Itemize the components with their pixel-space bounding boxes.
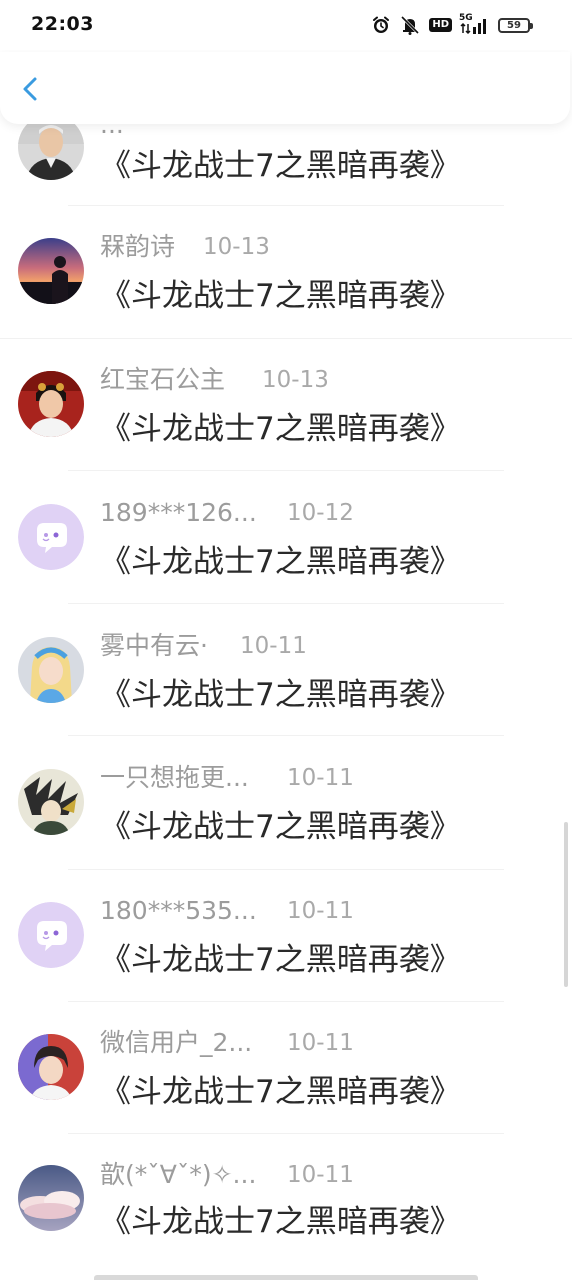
comment-date: 10-11 (287, 765, 354, 791)
user-name[interactable]: 微信用户_2... (100, 1028, 252, 1058)
comment-date: 10-11 (240, 633, 307, 659)
mute-icon (399, 15, 421, 35)
comment-text: 《斗龙战士7之黑暗再袭》 (100, 809, 461, 845)
comment-text: 《斗龙战士7之黑暗再袭》 (100, 278, 461, 314)
chevron-left-icon (23, 77, 37, 101)
comment-item[interactable]: 红宝石公主 10-13 《斗龙战士7之黑暗再袭》 (0, 339, 572, 471)
avatar[interactable] (18, 238, 84, 304)
scrollbar[interactable] (564, 822, 568, 987)
avatar[interactable] (18, 902, 84, 968)
comment-item[interactable]: 歆(*ˇ∀ˇ*)✧... 10-11 《斗龙战士7之黑暗再袭》 (0, 1134, 572, 1266)
comment-text: 《斗龙战士7之黑暗再袭》 (100, 677, 461, 713)
user-name[interactable]: 一只想拖更... (100, 763, 249, 793)
avatar[interactable] (18, 504, 84, 570)
comment-item[interactable]: 槑韵诗 10-13 《斗龙战士7之黑暗再袭》 (0, 206, 572, 339)
user-name[interactable]: 红宝石公主 (100, 365, 225, 395)
header-bar (0, 52, 570, 124)
comment-text: 《斗龙战士7之黑暗再袭》 (100, 544, 461, 580)
avatar[interactable] (18, 637, 84, 703)
comment-text: 《斗龙战士7之黑暗再袭》 (100, 411, 461, 447)
default-chat-avatar (18, 902, 84, 968)
battery-icon: 59 (498, 17, 533, 33)
user-name[interactable]: 槑韵诗 (100, 232, 175, 262)
alarm-icon (371, 15, 391, 35)
comment-item[interactable]: 一只想拖更... 10-11 《斗龙战士7之黑暗再袭》 (0, 737, 572, 870)
user-name[interactable]: 歆(*ˇ∀ˇ*)✧... (100, 1160, 256, 1190)
avatar[interactable] (18, 1165, 84, 1231)
divider (68, 470, 504, 471)
signal-icon: 5G (459, 13, 490, 35)
divider (68, 735, 504, 736)
comment-date: 10-11 (287, 1162, 354, 1188)
default-chat-avatar (18, 504, 84, 570)
comment-text: 《斗龙战士7之黑暗再袭》 (100, 1074, 461, 1110)
home-indicator (94, 1275, 478, 1280)
battery-level: 59 (507, 19, 521, 31)
comment-item[interactable]: 雾中有云· 10-11 《斗龙战士7之黑暗再袭》 (0, 604, 572, 736)
comment-date: 10-11 (287, 898, 354, 924)
user-name[interactable]: 189***126... (100, 498, 257, 528)
comment-date: 10-13 (262, 367, 329, 393)
status-time: 22:03 (31, 13, 94, 35)
comment-item[interactable]: 微信用户_2... 10-11 《斗龙战士7之黑暗再袭》 (0, 1002, 572, 1134)
comment-item[interactable]: 189***126... 10-12 《斗龙战士7之黑暗再袭》 (0, 472, 572, 604)
status-bar: 22:03 HD 5G 59 (0, 0, 572, 50)
avatar[interactable] (18, 769, 84, 835)
comment-date: 10-13 (203, 234, 270, 260)
avatar[interactable] (18, 1034, 84, 1100)
comment-text: 《斗龙战士7之黑暗再袭》 (100, 1204, 461, 1240)
hd-icon: HD (429, 18, 452, 32)
comment-text: 《斗龙战士7之黑暗再袭》 (100, 942, 461, 978)
avatar[interactable] (18, 371, 84, 437)
status-icons: HD 5G 59 (371, 13, 533, 37)
comment-item[interactable]: 180***535... 10-11 《斗龙战士7之黑暗再袭》 (0, 870, 572, 1002)
user-name[interactable]: 雾中有云· (100, 631, 208, 661)
user-name[interactable]: 180***535... (100, 896, 257, 926)
comment-date: 10-12 (287, 500, 354, 526)
back-button[interactable] (16, 74, 46, 104)
comment-date: 10-11 (287, 1030, 354, 1056)
comment-text: 《斗龙战士7之黑暗再袭》 (100, 148, 461, 184)
